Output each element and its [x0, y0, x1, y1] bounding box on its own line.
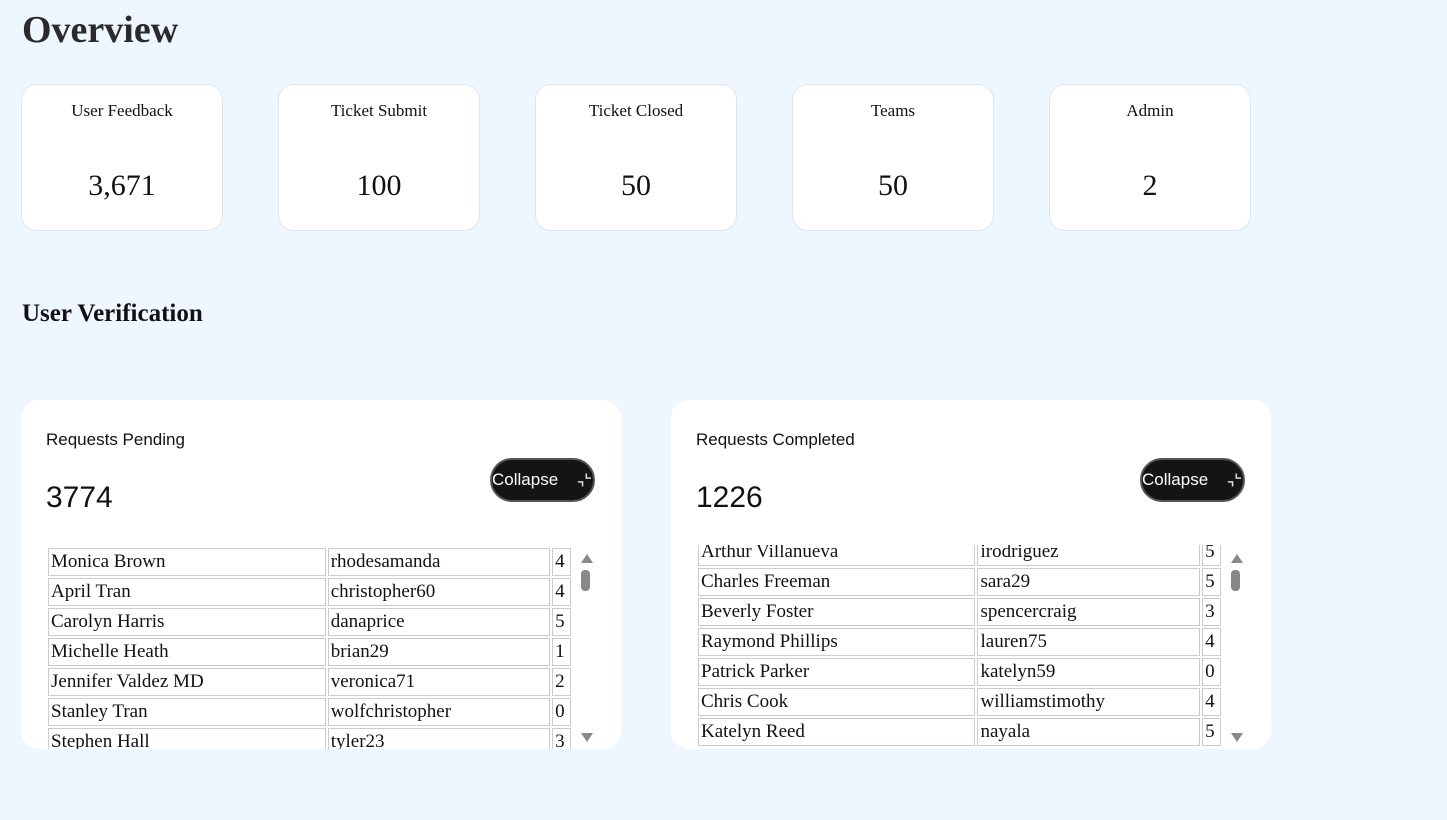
panel-title: Requests Completed	[696, 430, 855, 449]
cell-count: 3	[552, 728, 571, 749]
cell-name: Stanley Tran	[48, 698, 326, 726]
cell-count: 0	[552, 698, 571, 726]
stat-label: Teams	[870, 101, 916, 120]
cell-username: spencercraig	[977, 598, 1201, 626]
table-row[interactable]: Raymond Phillips lauren75 4	[698, 628, 1221, 656]
cell-username: lauren75	[977, 628, 1201, 656]
section-title-user-verification: User Verification	[22, 300, 203, 327]
cell-username: rhodesamanda	[327, 548, 551, 576]
stat-value: 50	[621, 169, 651, 202]
requests-completed-table-body: Arthur Villanueva irodriguez 5 Charles Free…	[698, 545, 1221, 746]
scrollbar[interactable]	[577, 550, 595, 746]
table-row[interactable]: Beverly Foster spencercraig 3	[698, 598, 1221, 626]
cell-username: katelyn59	[977, 658, 1201, 686]
cell-name: Jennifer Valdez MD	[48, 668, 326, 696]
table-row[interactable]: April Tran christopher60 4	[48, 578, 571, 606]
stat-label: User Feedback	[71, 101, 173, 120]
cell-name: Raymond Phillips	[698, 628, 976, 656]
cell-count: 1	[552, 638, 571, 666]
cell-username: nayala	[977, 718, 1201, 746]
stat-value: 50	[878, 169, 908, 202]
table-row[interactable]: Stanley Tran wolfchristopher 0	[48, 698, 571, 726]
cell-username: danaprice	[327, 608, 551, 636]
stat-value: 2	[1142, 169, 1158, 202]
cell-name: Carolyn Harris	[48, 608, 326, 636]
cell-count: 4	[1202, 628, 1221, 656]
cell-name: April Tran	[48, 578, 326, 606]
cell-count: 4	[1202, 688, 1221, 716]
cell-name: Michelle Heath	[48, 638, 326, 666]
cell-count: 4	[552, 548, 571, 576]
table-row[interactable]: Chris Cook williamstimothy 4	[698, 688, 1221, 716]
scroll-up-arrow-icon[interactable]	[1231, 554, 1243, 563]
table-row[interactable]: Carolyn Harris danaprice 5	[48, 608, 571, 636]
cell-username: brian29	[327, 638, 551, 666]
collapse-icon	[578, 473, 592, 487]
cell-username: irodriguez	[977, 545, 1201, 566]
cell-username: veronica71	[327, 668, 551, 696]
cell-username: christopher60	[327, 578, 551, 606]
cell-name: Katelyn Reed	[698, 718, 976, 746]
scrollbar-thumb[interactable]	[581, 570, 590, 591]
requests-pending-table: Monica Brown rhodesamanda 4 April Tran chris…	[46, 546, 573, 749]
requests-completed-panel: Requests Completed 1226 Collapse Arthur …	[671, 400, 1271, 749]
panel-title: Requests Pending	[46, 430, 185, 449]
cell-name: Stephen Hall	[48, 728, 326, 749]
stat-label: Ticket Submit	[330, 101, 428, 120]
collapse-icon	[1228, 473, 1242, 487]
table-row[interactable]: Jennifer Valdez MD veronica71 2	[48, 668, 571, 696]
collapse-button-label: Collapse	[492, 470, 559, 489]
requests-pending-table-body: Monica Brown rhodesamanda 4 April Tran chris…	[48, 548, 571, 749]
table-row[interactable]: Charles Freeman sara29 5	[698, 568, 1221, 596]
table-row[interactable]: Arthur Villanueva irodriguez 5	[698, 545, 1221, 566]
table-row[interactable]: Patrick Parker katelyn59 0	[698, 658, 1221, 686]
table-row[interactable]: Stephen Hall tyler23 3	[48, 728, 571, 749]
scroll-down-arrow-icon[interactable]	[1231, 733, 1243, 742]
stat-card-ticket-closed: Ticket Closed 50	[535, 84, 737, 231]
cell-name: Arthur Villanueva	[698, 545, 976, 566]
cell-count: 3	[1202, 598, 1221, 626]
collapse-button[interactable]: Collapse	[1140, 458, 1245, 502]
cell-username: williamstimothy	[977, 688, 1201, 716]
cell-username: tyler23	[327, 728, 551, 749]
stat-value: 100	[356, 169, 402, 202]
stat-card-admin: Admin 2	[1049, 84, 1251, 231]
cell-name: Patrick Parker	[698, 658, 976, 686]
stat-label: Admin	[1126, 101, 1174, 120]
cell-name: Beverly Foster	[698, 598, 976, 626]
cell-count: 5	[1202, 545, 1221, 566]
cell-count: 5	[1202, 718, 1221, 746]
cell-count: 5	[1202, 568, 1221, 596]
cell-count: 4	[552, 578, 571, 606]
cell-username: sara29	[977, 568, 1201, 596]
collapse-button[interactable]: Collapse	[490, 458, 595, 502]
table-row[interactable]: Michelle Heath brian29 1	[48, 638, 571, 666]
cell-username: wolfchristopher	[327, 698, 551, 726]
cell-count: 0	[1202, 658, 1221, 686]
cell-count: 5	[552, 608, 571, 636]
panel-count: 1226	[696, 481, 763, 514]
stat-card-teams: Teams 50	[792, 84, 994, 231]
cell-count: 2	[552, 668, 571, 696]
table-row[interactable]: Katelyn Reed nayala 5	[698, 718, 1221, 746]
page-title: Overview	[22, 9, 179, 51]
requests-pending-table-viewport[interactable]: Monica Brown rhodesamanda 4 April Tran chris…	[46, 545, 573, 749]
table-row[interactable]: Monica Brown rhodesamanda 4	[48, 548, 571, 576]
cell-name: Chris Cook	[698, 688, 976, 716]
scroll-down-arrow-icon[interactable]	[581, 733, 593, 742]
scrollbar-thumb[interactable]	[1231, 570, 1240, 591]
stat-card-ticket-submit: Ticket Submit 100	[278, 84, 480, 231]
stat-card-user-feedback: User Feedback 3,671	[21, 84, 223, 231]
cell-name: Monica Brown	[48, 548, 326, 576]
requests-completed-table-viewport[interactable]: Arthur Villanueva irodriguez 5 Charles Free…	[696, 545, 1223, 749]
requests-pending-panel: Requests Pending 3774 Collapse Monica Br…	[21, 400, 621, 749]
cell-name: Charles Freeman	[698, 568, 976, 596]
stat-label: Ticket Closed	[588, 101, 684, 120]
collapse-button-label: Collapse	[1142, 470, 1209, 489]
requests-completed-table: Arthur Villanueva irodriguez 5 Charles Free…	[696, 545, 1223, 748]
panel-count: 3774	[46, 481, 113, 514]
scrollbar[interactable]	[1227, 550, 1245, 746]
stat-value: 3,671	[88, 169, 156, 202]
scroll-up-arrow-icon[interactable]	[581, 554, 593, 563]
